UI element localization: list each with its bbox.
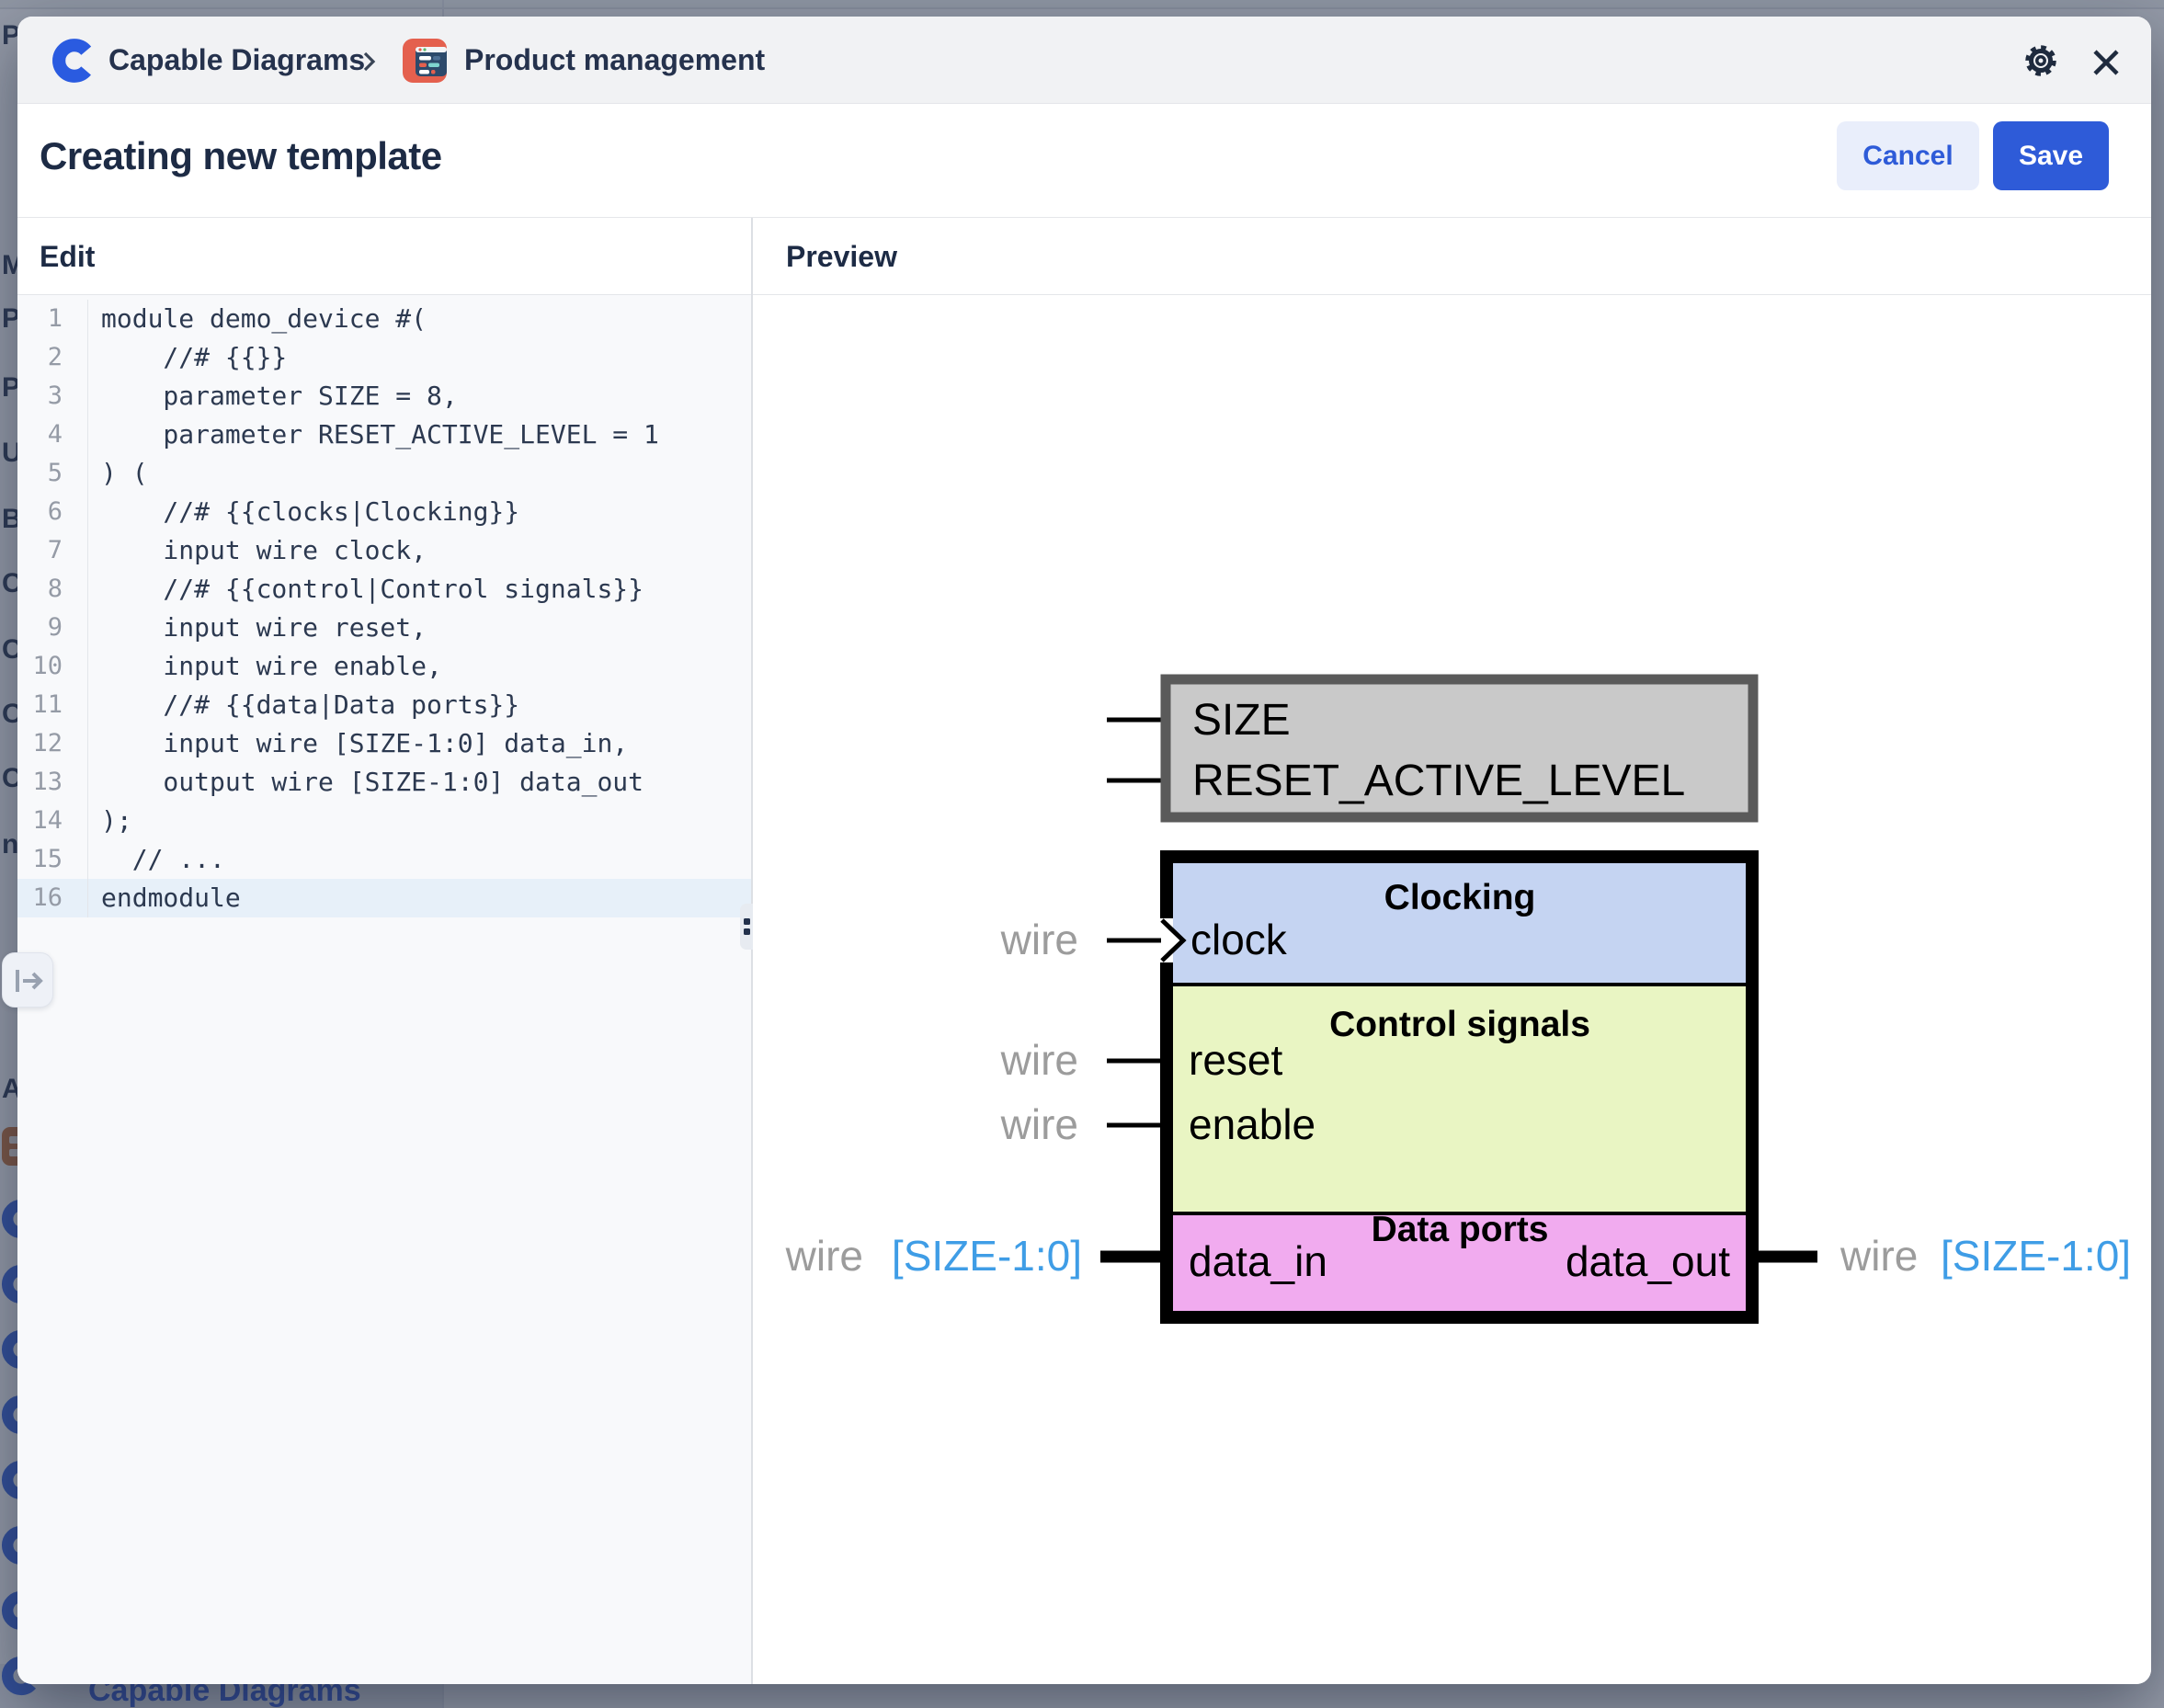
code-lines: 1module demo_device #(2 //# {{}}3 parame… [17,300,751,917]
bar-arrow-right-icon [13,966,44,996]
dialog-header: Capable Diagrams Product management [17,17,2151,104]
save-button[interactable]: Save [1993,121,2109,190]
line-code: //# {{control|Control signals}} [87,570,644,609]
line-number: 10 [17,647,87,686]
line-code: // ... [87,840,225,879]
line-code: ); [87,802,132,840]
line-number: 2 [17,338,87,377]
line-number: 13 [17,763,87,802]
product-management-icon [403,39,447,83]
code-line-2: 2 //# {{}} [17,338,751,377]
module-block-diagram: SIZE RESET_ACTIVE_LEVEL Clocking clock w… [771,295,2151,1684]
pane-header-row: Edit Preview [17,218,2151,295]
code-line-3: 3 parameter SIZE = 8, [17,377,751,416]
line-number: 8 [17,570,87,609]
bus-range-data-in: [SIZE-1:0] [892,1232,1082,1280]
line-number: 14 [17,802,87,840]
preview-pane-label: Preview [786,218,897,295]
port-clock: clock [1190,916,1288,963]
wire-label-data-out: wire [1839,1232,1918,1280]
line-code: output wire [SIZE-1:0] data_out [87,763,644,802]
line-code: input wire clock, [87,531,427,570]
line-code: module demo_device #( [87,300,427,338]
line-number: 6 [17,493,87,531]
wire-label-enable: wire [1000,1100,1078,1148]
port-data-in: data_in [1189,1237,1327,1285]
line-number: 5 [17,454,87,493]
close-icon[interactable] [2088,44,2124,81]
line-number: 9 [17,609,87,647]
line-code: input wire [SIZE-1:0] data_in, [87,724,628,763]
breadcrumb-app[interactable]: Capable Diagrams [108,17,365,104]
section-title-clocking: Clocking [1384,878,1536,917]
line-number: 3 [17,377,87,416]
code-editor[interactable]: 1module demo_device #(2 //# {{}}3 parame… [17,295,751,1684]
line-number: 11 [17,686,87,724]
port-data-out: data_out [1566,1237,1730,1285]
capable-diagrams-logo-icon [51,37,99,85]
port-enable: enable [1189,1100,1315,1148]
line-code: //# {{}} [87,338,287,377]
code-line-8: 8 //# {{control|Control signals}} [17,570,751,609]
dialog-title-row: Creating new template Cancel Save [17,104,2151,218]
code-line-12: 12 input wire [SIZE-1:0] data_in, [17,724,751,763]
line-code: input wire enable, [87,647,442,686]
preview-pane: SIZE RESET_ACTIVE_LEVEL Clocking clock w… [753,295,2151,1684]
cancel-button[interactable]: Cancel [1837,121,1979,190]
module-block: Clocking clock wire Control signals rese… [785,857,2131,1317]
code-line-1: 1module demo_device #( [17,300,751,338]
expand-sidebar-button[interactable] [2,952,53,1008]
port-reset: reset [1189,1036,1282,1084]
parameters-block: SIZE RESET_ACTIVE_LEVEL [1107,679,1753,817]
param-size: SIZE [1192,696,1291,745]
line-code: ) ( [87,454,148,493]
edit-pane-label: Edit [40,218,95,295]
param-reset-active-level: RESET_ACTIVE_LEVEL [1192,757,1685,805]
code-line-4: 4 parameter RESET_ACTIVE_LEVEL = 1 [17,416,751,454]
section-title-data: Data ports [1372,1210,1549,1249]
code-line-15: 15 // ... [17,840,751,879]
code-line-7: 7 input wire clock, [17,531,751,570]
code-line-5: 5) ( [17,454,751,493]
wire-label-reset: wire [1000,1036,1078,1084]
line-code: parameter RESET_ACTIVE_LEVEL = 1 [87,416,659,454]
code-line-14: 14); [17,802,751,840]
line-number: 15 [17,840,87,879]
code-line-6: 6 //# {{clocks|Clocking}} [17,493,751,531]
section-title-control: Control signals [1329,1005,1590,1044]
line-number: 4 [17,416,87,454]
line-number: 7 [17,531,87,570]
line-number: 16 [17,879,87,917]
code-line-9: 9 input wire reset, [17,609,751,647]
line-number: 12 [17,724,87,763]
page-title: Creating new template [40,134,442,178]
wire-label-data-in: wire [785,1232,863,1280]
code-line-11: 11 //# {{data|Data ports}} [17,686,751,724]
breadcrumb-page[interactable]: Product management [464,17,765,104]
line-code: parameter SIZE = 8, [87,377,458,416]
code-line-16: 16endmodule [17,879,751,917]
code-line-13: 13 output wire [SIZE-1:0] data_out [17,763,751,802]
line-number: 1 [17,300,87,338]
breadcrumb-chevron-icon [359,51,379,76]
settings-gear-icon[interactable] [2021,40,2061,81]
line-code: //# {{clocks|Clocking}} [87,493,519,531]
line-code: input wire reset, [87,609,427,647]
wire-label-clock: wire [1000,916,1078,963]
line-code: endmodule [87,879,241,917]
template-editor-dialog: Capable Diagrams Product management [17,17,2151,1684]
bus-range-data-out: [SIZE-1:0] [1941,1232,2131,1280]
code-line-10: 10 input wire enable, [17,647,751,686]
line-code: //# {{data|Data ports}} [87,686,519,724]
